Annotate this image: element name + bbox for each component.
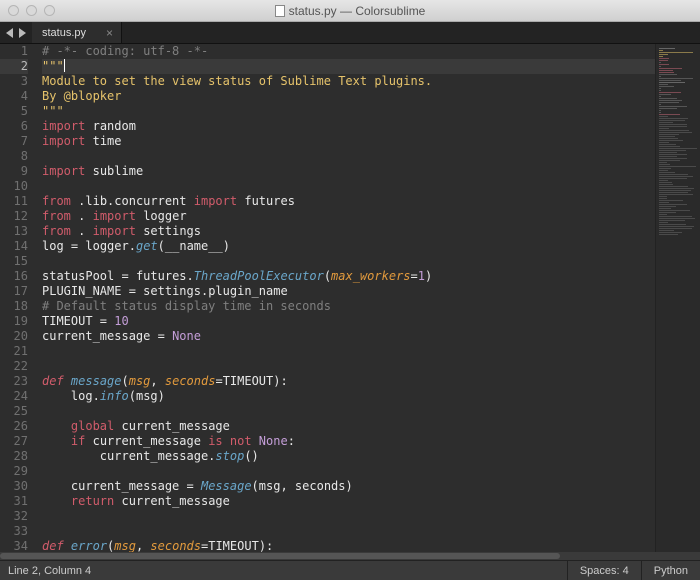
line-number: 4 (0, 89, 28, 104)
tab-bar: status.py × (0, 22, 700, 44)
line-number: 20 (0, 329, 28, 344)
code-line[interactable]: def message(msg, seconds=TIMEOUT): (42, 374, 655, 389)
code-line[interactable]: statusPool = futures.ThreadPoolExecutor(… (42, 269, 655, 284)
code-line[interactable] (42, 524, 655, 539)
code-line[interactable]: Module to set the view status of Sublime… (42, 74, 655, 89)
traffic-lights (8, 5, 55, 16)
line-number: 1 (0, 44, 28, 59)
code-line[interactable] (42, 359, 655, 374)
minimap[interactable] (655, 44, 700, 560)
code-line[interactable]: # Default status display time in seconds (42, 299, 655, 314)
code-line[interactable]: By @blopker (42, 89, 655, 104)
line-number: 27 (0, 434, 28, 449)
code-line[interactable]: PLUGIN_NAME = settings.plugin_name (42, 284, 655, 299)
line-number: 24 (0, 389, 28, 404)
line-number: 31 (0, 494, 28, 509)
code-line[interactable]: current_message = None (42, 329, 655, 344)
line-number: 11 (0, 194, 28, 209)
syntax-selector[interactable]: Python (641, 561, 700, 580)
line-number: 10 (0, 179, 28, 194)
code-line[interactable]: from . import logger (42, 209, 655, 224)
line-number: 17 (0, 284, 28, 299)
indent-selector[interactable]: Spaces: 4 (567, 561, 641, 580)
code-line[interactable]: """ (42, 59, 655, 74)
code-line[interactable]: if current_message is not None: (42, 434, 655, 449)
code-line[interactable]: from . import settings (42, 224, 655, 239)
code-line[interactable]: """ (42, 104, 655, 119)
code-line[interactable] (42, 149, 655, 164)
scrollbar-thumb[interactable] (0, 553, 560, 559)
line-number: 19 (0, 314, 28, 329)
close-tab-icon[interactable]: × (106, 26, 113, 40)
line-number: 23 (0, 374, 28, 389)
close-window-button[interactable] (8, 5, 19, 16)
minimize-window-button[interactable] (26, 5, 37, 16)
code-line[interactable] (42, 464, 655, 479)
line-number: 9 (0, 164, 28, 179)
code-line[interactable]: import random (42, 119, 655, 134)
code-line[interactable]: from .lib.concurrent import futures (42, 194, 655, 209)
back-button[interactable] (6, 28, 13, 38)
line-number: 18 (0, 299, 28, 314)
tab-label: status.py (42, 27, 86, 39)
line-number: 26 (0, 419, 28, 434)
line-number: 14 (0, 239, 28, 254)
code-line[interactable] (42, 404, 655, 419)
line-number: 28 (0, 449, 28, 464)
code-line[interactable]: log.info(msg) (42, 389, 655, 404)
editor[interactable]: 1234567891011121314151617181920212223242… (0, 44, 700, 560)
code-area[interactable]: # -*- coding: utf-8 -*-"""Module to set … (36, 44, 655, 560)
forward-button[interactable] (19, 28, 26, 38)
text-cursor (64, 59, 65, 72)
tab-status-py[interactable]: status.py × (32, 22, 122, 43)
line-number: 25 (0, 404, 28, 419)
window-title: status.py — Colorsublime (0, 4, 700, 18)
cursor-position: Line 2, Column 4 (0, 561, 103, 580)
line-number: 8 (0, 149, 28, 164)
code-line[interactable] (42, 179, 655, 194)
code-line[interactable]: current_message.stop() (42, 449, 655, 464)
horizontal-scrollbar[interactable] (0, 552, 700, 560)
code-line[interactable]: import time (42, 134, 655, 149)
code-line[interactable]: current_message = Message(msg, seconds) (42, 479, 655, 494)
line-number: 22 (0, 359, 28, 374)
line-number: 13 (0, 224, 28, 239)
line-number: 6 (0, 119, 28, 134)
line-number: 32 (0, 509, 28, 524)
line-number: 5 (0, 104, 28, 119)
line-number: 2 (0, 59, 28, 74)
code-line[interactable]: return current_message (42, 494, 655, 509)
code-line[interactable]: log = logger.get(__name__) (42, 239, 655, 254)
code-line[interactable]: import sublime (42, 164, 655, 179)
code-line[interactable]: TIMEOUT = 10 (42, 314, 655, 329)
code-line[interactable]: # -*- coding: utf-8 -*- (42, 44, 655, 59)
document-icon (275, 5, 285, 17)
code-line[interactable] (42, 344, 655, 359)
status-bar: Line 2, Column 4 Spaces: 4 Python (0, 560, 700, 580)
code-line[interactable] (42, 254, 655, 269)
code-line[interactable]: global current_message (42, 419, 655, 434)
line-number: 33 (0, 524, 28, 539)
line-number: 3 (0, 74, 28, 89)
line-number-gutter: 1234567891011121314151617181920212223242… (0, 44, 36, 560)
history-nav (0, 22, 32, 43)
line-number: 12 (0, 209, 28, 224)
line-number: 7 (0, 134, 28, 149)
macos-titlebar: status.py — Colorsublime (0, 0, 700, 22)
line-number: 16 (0, 269, 28, 284)
line-number: 29 (0, 464, 28, 479)
line-number: 15 (0, 254, 28, 269)
line-number: 30 (0, 479, 28, 494)
code-line[interactable] (42, 509, 655, 524)
zoom-window-button[interactable] (44, 5, 55, 16)
line-number: 21 (0, 344, 28, 359)
